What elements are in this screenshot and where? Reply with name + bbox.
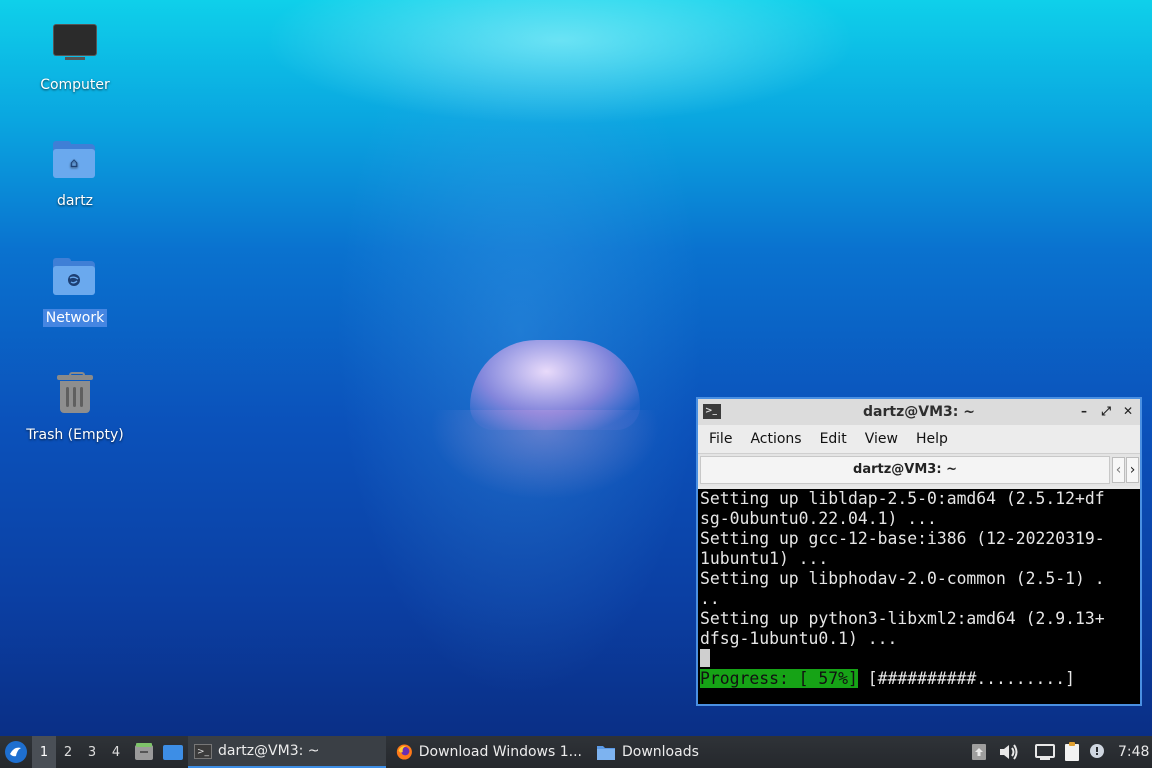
progress-bar-text: [##########.........] [867,669,1075,688]
file-manager-icon [135,743,153,760]
output-line: Setting up python3-libxml2:amd64 (2.9.13… [700,609,1105,628]
terminal-output[interactable]: Setting up libldap-2.5-0:amd64 (2.5.12+d… [698,489,1140,704]
progress-line: Progress: [ 57%] [##########.........] [700,669,1138,689]
tray-update-notifier[interactable] [970,736,988,768]
desktop-icon-home[interactable]: ⌂ dartz [20,138,130,210]
task-downloads[interactable]: Downloads [590,736,740,768]
task-label: dartz@VM3: ~ [218,743,320,759]
task-terminal[interactable]: >_ dartz@VM3: ~ [188,736,386,768]
desktop: Computer ⌂ dartz Network Trash (Empty) >… [0,0,1152,736]
clock[interactable]: 7:48 [1118,736,1149,768]
network-wired-icon [1035,744,1055,760]
desktop-icon-label: Computer [40,77,110,93]
maximize-button[interactable]: ⤢ [1098,403,1114,419]
desktop-icon-trash[interactable]: Trash (Empty) [20,372,130,444]
output-line: dfsg-1ubuntu0.1) ... [700,629,898,648]
output-line: Setting up gcc-12-base:i386 (12-20220319… [700,529,1105,548]
clipboard-icon [1065,742,1079,761]
tab-scroll-right-button[interactable]: › [1126,457,1139,483]
terminal-icon: >_ [703,404,721,419]
tab-terminal[interactable]: dartz@VM3: ~ [700,456,1110,484]
menu-help[interactable]: Help [907,431,957,447]
task-label: Downloads [622,744,699,760]
terminal-window[interactable]: >_ dartz@VM3: ~ – ⤢ ✕ File Actions Edit … [696,397,1142,706]
home-folder-icon: ⌂ [51,138,99,186]
progress-label: Progress: [ 57%] [700,669,858,688]
network-folder-icon [51,255,99,303]
volume-icon [1000,744,1018,760]
workspace-4[interactable]: 4 [104,736,128,768]
text-cursor [700,649,710,667]
tray-clipboard[interactable] [1062,736,1082,768]
output-line: Setting up libldap-2.5-0:amd64 (2.5.12+d… [700,489,1105,508]
quicklaunch-file-manager[interactable] [134,736,154,768]
window-title: dartz@VM3: ~ [863,404,975,420]
window-titlebar[interactable]: >_ dartz@VM3: ~ – ⤢ ✕ [698,399,1140,425]
menu-view[interactable]: View [856,431,907,447]
firefox-icon [396,744,412,760]
output-line: .. [700,589,720,608]
workspace-switcher: 1 2 3 4 [32,736,128,768]
show-desktop-icon [163,745,183,760]
menu-bar: File Actions Edit View Help [698,425,1140,453]
tray-volume[interactable] [998,736,1020,768]
app-menu-button[interactable] [4,736,28,768]
desktop-icon-label: dartz [56,193,94,209]
output-line: Setting up libphodav-2.0-common (2.5-1) … [700,569,1105,588]
menu-edit[interactable]: Edit [811,431,856,447]
quicklaunch-show-desktop[interactable] [162,736,184,768]
menu-file[interactable]: File [700,431,741,447]
tray-network[interactable] [1034,736,1056,768]
task-label: Download Windows 1... [418,744,582,760]
tab-bar: dartz@VM3: ~ ‹ › [698,453,1140,486]
workspace-3[interactable]: 3 [80,736,104,768]
package-update-icon [972,744,986,760]
workspace-2[interactable]: 2 [56,736,80,768]
close-button[interactable]: ✕ [1120,403,1136,419]
workspace-1[interactable]: 1 [32,736,56,768]
notification-icon [1090,744,1104,758]
desktop-icon-network[interactable]: Network [20,255,130,327]
output-line: 1ubuntu1) ... [700,549,829,568]
trash-icon [51,372,99,420]
wallpaper-jellyfish [470,340,640,430]
desktop-icon-label: Network [42,309,108,327]
lubuntu-logo-icon [5,741,27,763]
output-line: sg-0ubuntu0.22.04.1) ... [700,509,937,528]
tray-notification[interactable] [1088,736,1106,768]
menu-actions[interactable]: Actions [741,431,810,447]
computer-icon [51,22,99,70]
minimize-button[interactable]: – [1076,403,1092,419]
desktop-icon-label: Trash (Empty) [26,427,124,443]
desktop-icon-computer[interactable]: Computer [20,22,130,94]
tab-scroll-left-button[interactable]: ‹ [1112,457,1125,483]
taskbar: 1 2 3 4 >_ dartz@VM3: ~ Download Windows… [0,736,1152,768]
terminal-icon: >_ [194,743,212,759]
task-firefox[interactable]: Download Windows 1... [390,736,588,768]
folder-icon [597,746,615,760]
